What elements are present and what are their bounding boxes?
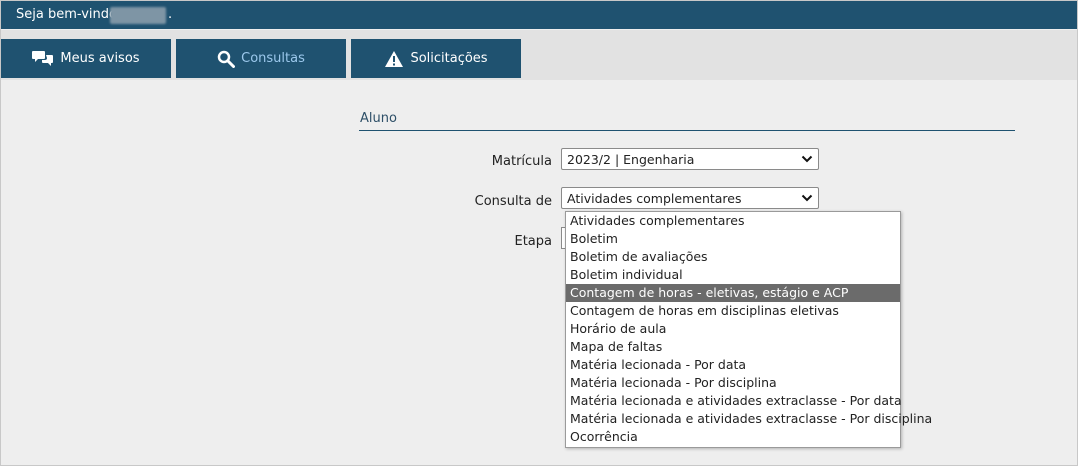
etapa-label: Etapa — [514, 234, 553, 249]
section-divider — [359, 130, 1015, 131]
dropdown-option[interactable]: Boletim de avaliações — [566, 248, 900, 266]
dropdown-option[interactable]: Matéria lecionada e atividades extraclas… — [566, 410, 932, 428]
consulta-dropdown-list[interactable]: Atividades complementares Boletim Boletim … — [565, 211, 932, 448]
tab-label: Solicitações — [410, 51, 488, 66]
welcome-suffix: . — [168, 7, 173, 22]
search-icon — [217, 50, 236, 68]
redacted-username — [110, 7, 166, 24]
consulta-value: Atividades complementares — [567, 190, 742, 206]
dropdown-option[interactable]: Mapa de faltas — [566, 338, 900, 356]
dropdown-option[interactable]: Matéria lecionada - Por disciplina — [566, 374, 900, 392]
dropdown-option[interactable]: Atividades complementares — [566, 212, 900, 230]
tab-solicitacoes[interactable]: Solicitações — [351, 39, 521, 78]
consulta-select[interactable]: Atividades complementares — [561, 187, 819, 209]
tab-label: Meus avisos — [60, 51, 140, 66]
dropdown-option[interactable]: Matéria lecionada e atividades extraclas… — [566, 392, 902, 410]
chevron-down-icon — [801, 191, 813, 208]
tab-label: Consultas — [241, 51, 305, 66]
matricula-label: Matrícula — [491, 154, 552, 169]
dropdown-option[interactable]: Contagem de horas - eletivas, estágio e … — [566, 284, 900, 302]
tab-meus-avisos[interactable]: Meus avisos — [1, 39, 171, 78]
dropdown-option[interactable]: Boletim individual — [566, 266, 900, 284]
chat-bubbles-icon — [32, 50, 54, 68]
dropdown-option[interactable]: Horário de aula — [566, 320, 900, 338]
consulta-label: Consulta de — [474, 194, 552, 209]
chevron-down-icon — [801, 152, 813, 169]
dropdown-option[interactable]: Contagem de horas em disciplinas eletiva… — [566, 302, 900, 320]
matricula-select[interactable]: 2023/2 | Engenharia — [561, 148, 819, 170]
dropdown-option[interactable]: Matéria lecionada - Por data — [566, 356, 900, 374]
matricula-value: 2023/2 | Engenharia — [567, 151, 695, 167]
top-bar: Seja bem-vindo . — [1, 1, 1077, 29]
warning-icon — [384, 50, 404, 68]
dropdown-option[interactable]: Ocorrência — [566, 428, 900, 446]
section-title: Aluno — [360, 111, 397, 126]
tab-consultas[interactable]: Consultas — [176, 39, 346, 78]
tab-bar: Meus avisos Consultas Solicitações — [1, 30, 1077, 80]
welcome-text: Seja bem-vindo — [16, 7, 117, 22]
dropdown-option[interactable]: Boletim — [566, 230, 900, 248]
